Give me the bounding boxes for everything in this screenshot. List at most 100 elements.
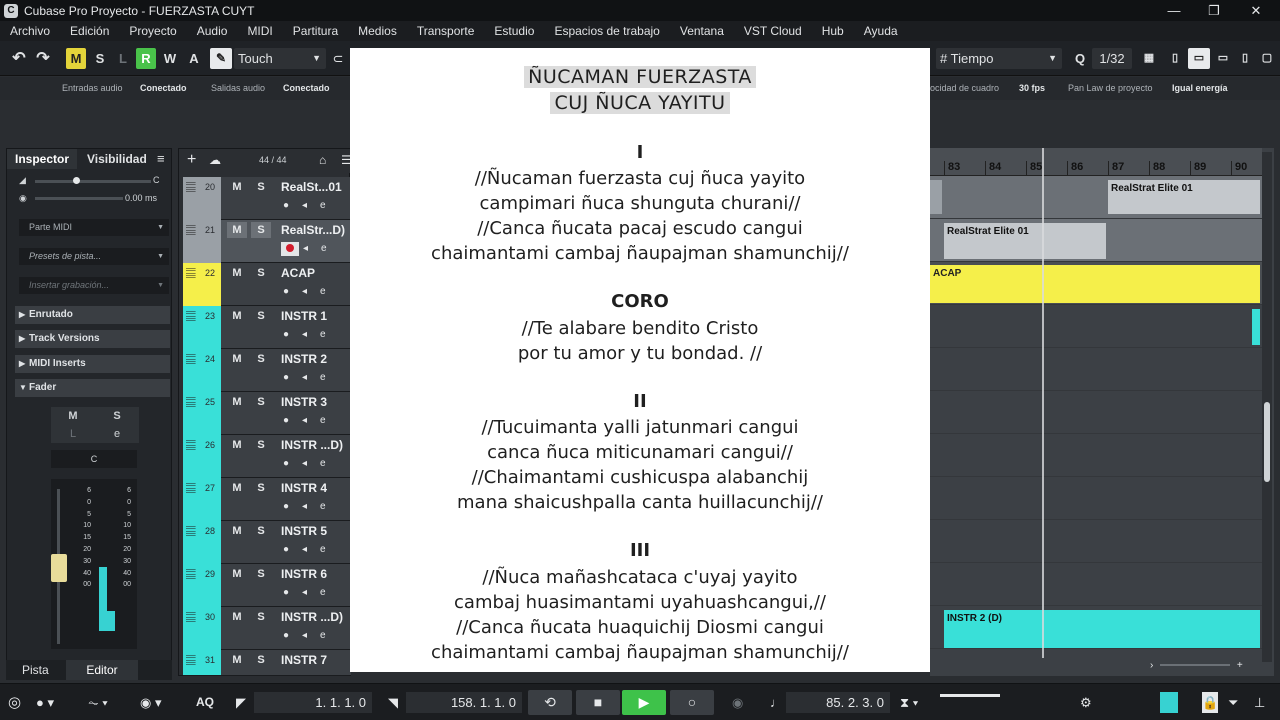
quantize-icon[interactable]: Q bbox=[1070, 48, 1090, 69]
menu-edicion[interactable]: Edición bbox=[60, 24, 119, 38]
settings-gear-icon[interactable]: ⚙ bbox=[1080, 692, 1092, 713]
pan-slider[interactable] bbox=[35, 180, 151, 183]
record-button[interactable]: ○ bbox=[670, 690, 714, 715]
folder-add-icon[interactable]: ☁ bbox=[209, 153, 221, 167]
track-mute-button[interactable]: M bbox=[227, 265, 247, 281]
track-mute-button[interactable]: M bbox=[227, 308, 247, 324]
insert-recording-select[interactable]: Insertar grabación... ▼ bbox=[19, 277, 169, 294]
auto-quantize-button[interactable]: AQ bbox=[196, 692, 214, 713]
frame-rate-value[interactable]: 30 fps bbox=[1019, 83, 1045, 93]
track-mute-button[interactable]: M bbox=[227, 566, 247, 582]
section-routing[interactable]: ▶ Enrutado bbox=[15, 306, 170, 324]
layout-left-icon[interactable]: ▯ bbox=[1166, 48, 1184, 69]
right-locator-icon[interactable]: ◥ bbox=[388, 692, 398, 713]
minimize-button[interactable]: — bbox=[1154, 0, 1194, 21]
menu-hub[interactable]: Hub bbox=[812, 24, 854, 38]
keyboard-icon[interactable]: ▦ bbox=[1140, 48, 1158, 69]
track-controls-icons[interactable]: ●◂e bbox=[283, 200, 339, 211]
performance-icon[interactable]: ◎ bbox=[8, 692, 21, 713]
record-enable-button[interactable] bbox=[281, 242, 299, 256]
track-controls-icons[interactable]: ●◂e bbox=[283, 372, 339, 383]
track-row[interactable]: 𝄚 20 MS RealSt...01 ●◂e bbox=[183, 177, 351, 220]
snap-icon[interactable]: ⊥ bbox=[1254, 692, 1265, 713]
track-lane[interactable] bbox=[930, 391, 1262, 434]
volume-fader-track[interactable]: 6 0 5 10 15 20 30 40 00 bbox=[51, 479, 93, 649]
track-name[interactable]: INSTR ...D) bbox=[281, 438, 343, 452]
zoom-slider[interactable] bbox=[1160, 664, 1231, 667]
audio-inputs-value[interactable]: Conectado bbox=[140, 83, 187, 93]
tab-inspector[interactable]: Inspector bbox=[7, 149, 78, 169]
track-mute-button[interactable]: M bbox=[227, 351, 247, 367]
track-name[interactable]: RealStr...D) bbox=[281, 223, 345, 237]
track-mute-button[interactable]: M bbox=[227, 523, 247, 539]
left-locator-field[interactable]: 1. 1. 1. 0 bbox=[254, 692, 372, 713]
play-button[interactable]: ▶ bbox=[622, 690, 666, 715]
delay-slider[interactable] bbox=[35, 197, 123, 200]
track-lane[interactable]: INSTR 2 (D) bbox=[930, 606, 1262, 649]
grid-type-select[interactable]: # Tiempo ▼ bbox=[936, 48, 1062, 69]
track-mute-button[interactable]: M bbox=[227, 437, 247, 453]
track-name[interactable]: INSTR 3 bbox=[281, 395, 327, 409]
solo-all-button[interactable]: S bbox=[90, 48, 110, 69]
vertical-scrollbar[interactable] bbox=[1262, 152, 1272, 662]
track-solo-button[interactable]: S bbox=[251, 652, 271, 668]
track-mute-button[interactable]: M bbox=[227, 179, 247, 195]
track-lane[interactable] bbox=[930, 305, 1262, 348]
track-row[interactable]: 𝄚 30 MS INSTR ...D) ●◂e bbox=[183, 607, 351, 650]
track-name[interactable]: ACAP bbox=[281, 266, 315, 280]
pan-slider-handle[interactable] bbox=[73, 177, 80, 184]
volume-fader-handle[interactable] bbox=[51, 554, 67, 582]
midi-event[interactable]: RealStrat Elite 01 bbox=[944, 223, 1106, 259]
track-row[interactable]: 𝄚 31 MS INSTR 7 bbox=[183, 650, 351, 676]
position-display[interactable]: 85. 2. 3. 0 bbox=[786, 692, 890, 713]
track-presets-select[interactable]: Presets de pista... ▼ bbox=[19, 248, 169, 265]
track-row[interactable]: 𝄚 22 MS ACAP ●◂e bbox=[183, 263, 351, 306]
metronome-icon[interactable]: ⧗ ▾ bbox=[900, 692, 918, 713]
menu-vst-cloud[interactable]: VST Cloud bbox=[734, 24, 812, 38]
track-solo-button[interactable]: S bbox=[251, 265, 271, 281]
layout-bottom-icon[interactable]: ▭ bbox=[1214, 48, 1232, 69]
track-name[interactable]: INSTR ...D) bbox=[281, 610, 343, 624]
track-controls-icons[interactable]: ●◂e bbox=[283, 630, 339, 641]
track-mute-button[interactable]: M bbox=[227, 222, 247, 238]
track-controls-icons[interactable]: ●◂e bbox=[283, 501, 339, 512]
undo-icon[interactable]: ↶ bbox=[8, 48, 30, 69]
playhead-cursor[interactable] bbox=[1042, 148, 1044, 658]
track-name[interactable]: INSTR 4 bbox=[281, 481, 327, 495]
write-automation-button[interactable]: W bbox=[160, 48, 180, 69]
sync-icon[interactable]: ◉ ▾ bbox=[140, 692, 161, 713]
zoom-controls[interactable]: › + bbox=[1150, 660, 1260, 674]
track-name[interactable]: INSTR 2 bbox=[281, 352, 327, 366]
automation-a-button[interactable]: A bbox=[184, 48, 204, 69]
menu-proyecto[interactable]: Proyecto bbox=[119, 24, 186, 38]
track-row[interactable]: 𝄚 24 MS INSTR 2 ●◂e bbox=[183, 349, 351, 392]
midi-event[interactable] bbox=[1252, 309, 1260, 345]
menu-ventana[interactable]: Ventana bbox=[670, 24, 734, 38]
track-row[interactable]: 𝄚 21 MS RealStr...D) ◂e bbox=[183, 220, 351, 263]
track-lane[interactable] bbox=[930, 477, 1262, 520]
track-solo-button[interactable]: S bbox=[251, 480, 271, 496]
menu-icon[interactable]: ≡ bbox=[157, 151, 165, 166]
layout-full-icon[interactable]: ▢ bbox=[1258, 48, 1276, 69]
track-solo-button[interactable]: S bbox=[251, 566, 271, 582]
track-solo-button[interactable]: S bbox=[251, 437, 271, 453]
track-mute-button[interactable]: M bbox=[227, 609, 247, 625]
fader-mute-button[interactable]: M bbox=[51, 407, 95, 425]
section-midi-inserts[interactable]: ▶ MIDI Inserts bbox=[15, 355, 170, 373]
midi-event[interactable]: RealStrat Elite 01 bbox=[1108, 180, 1260, 214]
ruler[interactable]: 83 84 85 86 87 88 89 90 bbox=[930, 148, 1262, 176]
section-track-versions[interactable]: ▶ Track Versions bbox=[15, 330, 170, 348]
track-solo-button[interactable]: S bbox=[251, 351, 271, 367]
track-name[interactable]: INSTR 6 bbox=[281, 567, 327, 581]
record-mode-icon[interactable]: ● ▾ bbox=[36, 692, 54, 713]
track-controls-icons[interactable]: ●◂e bbox=[283, 587, 339, 598]
toolbar-more-icon[interactable]: ⊂ bbox=[330, 48, 346, 69]
read-automation-button[interactable]: R bbox=[136, 48, 156, 69]
menu-espacios[interactable]: Espacios de trabajo bbox=[544, 24, 669, 38]
track-row[interactable]: 𝄚 26 MS INSTR ...D) ●◂e bbox=[183, 435, 351, 478]
add-track-icon[interactable]: + bbox=[187, 151, 196, 169]
midi-input-select[interactable]: Parte MIDI ▼ bbox=[19, 219, 169, 236]
mute-all-button[interactable]: M bbox=[66, 48, 86, 69]
track-controls-icons[interactable]: ◂e bbox=[303, 243, 340, 254]
section-fader[interactable]: ▼ Fader bbox=[15, 379, 170, 397]
